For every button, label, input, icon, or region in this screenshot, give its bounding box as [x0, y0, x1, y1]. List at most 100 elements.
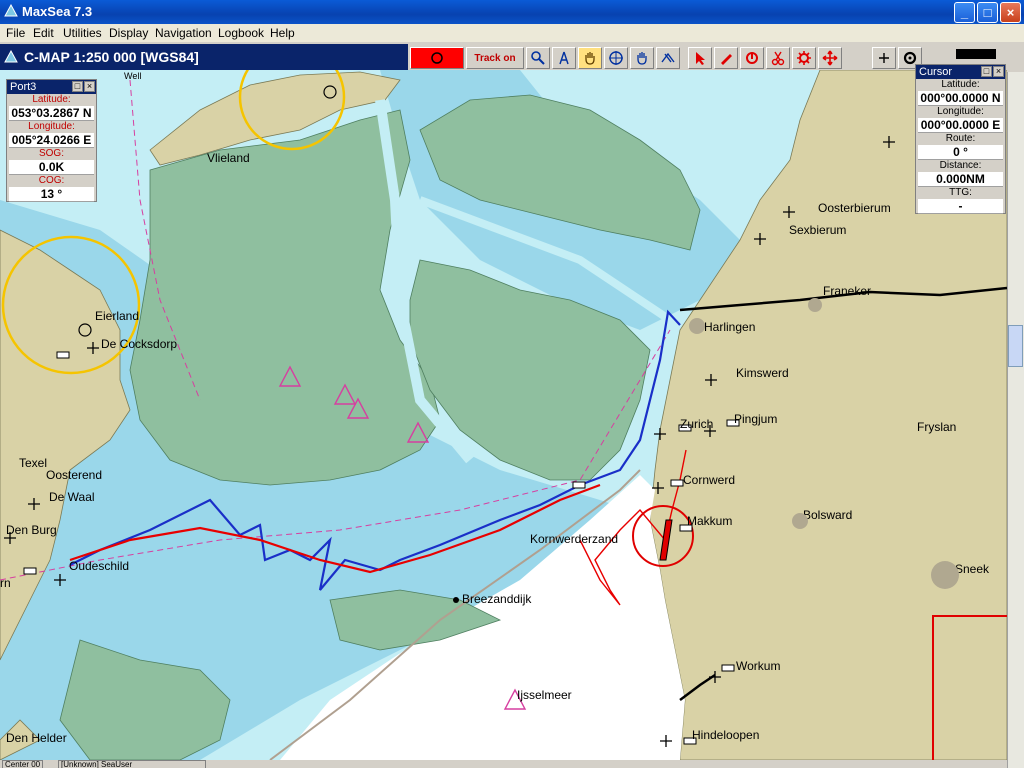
- record-button[interactable]: [410, 47, 464, 69]
- place-harlingen: Harlingen: [704, 320, 755, 334]
- menu-help[interactable]: Help: [268, 24, 297, 42]
- plus-button[interactable]: [872, 47, 896, 69]
- place-fryslan: Fryslan: [917, 420, 956, 434]
- status-center: Center 00: [2, 760, 44, 768]
- close-button[interactable]: ×: [1000, 2, 1021, 23]
- vertical-scrollbar[interactable]: [1007, 72, 1024, 768]
- minimize-button[interactable]: _: [954, 2, 975, 23]
- distance-value: 0.000NM: [918, 172, 1003, 187]
- longitude-label: Longitude:: [28, 121, 75, 132]
- port-panel-title-bar[interactable]: Port3 □ ×: [7, 80, 96, 94]
- compass-icon: [559, 51, 569, 65]
- route-button[interactable]: [656, 47, 680, 69]
- compass-button[interactable]: [552, 47, 576, 69]
- place-well: Well: [124, 71, 141, 81]
- grab-icon: [637, 52, 647, 65]
- magnifier-icon: [531, 51, 545, 65]
- panel-restore-button[interactable]: □: [72, 81, 83, 92]
- move-icon: [822, 50, 838, 66]
- place-de-cocksdorp: De Cocksdorp: [101, 337, 177, 351]
- hand-button[interactable]: [578, 47, 602, 69]
- grab-button[interactable]: [630, 47, 654, 69]
- menu-navigation[interactable]: Navigation: [153, 24, 214, 42]
- urban-area-harlingen: [689, 318, 705, 334]
- longitude-value: 005°24.0266 E: [9, 133, 94, 148]
- sog-value: 0.0K: [9, 160, 94, 175]
- pointer-button[interactable]: [688, 47, 712, 69]
- place-workum: Workum: [736, 659, 780, 673]
- menu-file[interactable]: File: [4, 24, 27, 42]
- place-sneek: Sneek: [955, 562, 990, 576]
- pencil-button[interactable]: [714, 47, 738, 69]
- place-hindeloopen: Hindeloopen: [692, 728, 759, 742]
- window-titlebar: MaxSea 7.3 _ □ ×: [0, 0, 1024, 24]
- plus-icon: [879, 53, 889, 63]
- panel-restore-button[interactable]: □: [981, 66, 992, 77]
- chart-title: C-MAP 1:250 000 [WGS84]: [24, 49, 199, 65]
- gear-icon: [797, 51, 811, 65]
- place-den-burg: Den Burg: [6, 523, 57, 537]
- status-bar: Center 00 [Unknown] SeaUser: [0, 760, 340, 768]
- record-icon: [431, 52, 443, 64]
- toolbar-indicator: [956, 49, 996, 59]
- track-on-button[interactable]: Track on: [466, 47, 524, 69]
- menu-utilities[interactable]: Utilities: [61, 24, 104, 42]
- status-user: [Unknown] SeaUser: [58, 760, 206, 768]
- menu-display[interactable]: Display: [107, 24, 150, 42]
- nautical-chart[interactable]: Vlieland Eierland De Cocksdorp Texel Oos…: [0, 70, 1007, 760]
- urban-area-sneek: [931, 561, 959, 589]
- place-cornwerd: Cornwerd: [683, 473, 735, 487]
- scissors-button[interactable]: [766, 47, 790, 69]
- place-oosterbierum: Oosterbierum: [818, 201, 891, 215]
- route-value: 0 °: [918, 145, 1003, 160]
- place-rn: rn: [0, 576, 11, 590]
- cog-value: 13 °: [9, 187, 94, 202]
- route-label: Route:: [945, 133, 976, 144]
- place-makkum: Makkum: [687, 514, 732, 528]
- erase-button[interactable]: [740, 47, 764, 69]
- place-vlieland: Vlieland: [207, 151, 250, 165]
- place-breezanddijk: Breezanddijk: [462, 592, 532, 606]
- cursor-panel[interactable]: Cursor □ × Latitude: 000°00.0000 N Longi…: [915, 64, 1006, 214]
- menu-logbook[interactable]: Logbook: [216, 24, 266, 42]
- chart-icon: [4, 50, 18, 63]
- place-oudeschild: Oudeschild: [69, 559, 129, 573]
- menu-edit[interactable]: Edit: [31, 24, 56, 42]
- ttg-label: TTG:: [949, 187, 972, 198]
- place-kimswerd: Kimswerd: [736, 366, 789, 380]
- cursor-longitude-label: Longitude:: [937, 106, 984, 117]
- place-de-waal: De Waal: [49, 490, 95, 504]
- port-icon-breezanddijk: [453, 597, 459, 603]
- cursor-panel-title: Cursor: [919, 66, 953, 78]
- chart-title-bar: C-MAP 1:250 000 [WGS84]: [0, 44, 408, 70]
- app-icon: [4, 4, 18, 17]
- place-eierland: Eierland: [95, 309, 139, 323]
- route-icon: [661, 52, 675, 63]
- pointer-icon: [696, 52, 705, 65]
- sog-label: SOG:: [38, 148, 64, 159]
- gear-button[interactable]: [792, 47, 816, 69]
- place-oosterend: Oosterend: [46, 468, 102, 482]
- panel-close-button[interactable]: ×: [84, 81, 95, 92]
- port-panel[interactable]: Port3 □ × Latitude: 053°03.2867 N Longit…: [6, 79, 97, 202]
- cursor-panel-title-bar[interactable]: Cursor □ ×: [916, 65, 1005, 79]
- zoom-button[interactable]: [526, 47, 550, 69]
- distance-label: Distance:: [939, 160, 982, 171]
- panel-close-button[interactable]: ×: [993, 66, 1004, 77]
- erase-icon: [746, 52, 758, 64]
- latitude-label: Latitude:: [32, 94, 71, 105]
- move-button[interactable]: [818, 47, 842, 69]
- maximize-button[interactable]: □: [977, 2, 998, 23]
- place-texel: Texel: [19, 456, 47, 470]
- place-ijsselmeer: Ijsselmeer: [517, 688, 572, 702]
- scissors-icon: [771, 51, 785, 66]
- cursor-latitude-label: Latitude:: [941, 79, 980, 90]
- urban-area-franeker: [808, 298, 822, 312]
- urban-area-bolsward: [792, 513, 808, 529]
- crosshair-button[interactable]: [604, 47, 628, 69]
- place-zurich: Zurich: [680, 417, 713, 431]
- cursor-latitude-value: 000°00.0000 N: [918, 91, 1003, 106]
- menu-bar: File Edit Utilities Display Navigation L…: [0, 24, 1024, 42]
- scrollbar-thumb[interactable]: [1008, 325, 1023, 367]
- window-title: MaxSea 7.3: [22, 4, 93, 19]
